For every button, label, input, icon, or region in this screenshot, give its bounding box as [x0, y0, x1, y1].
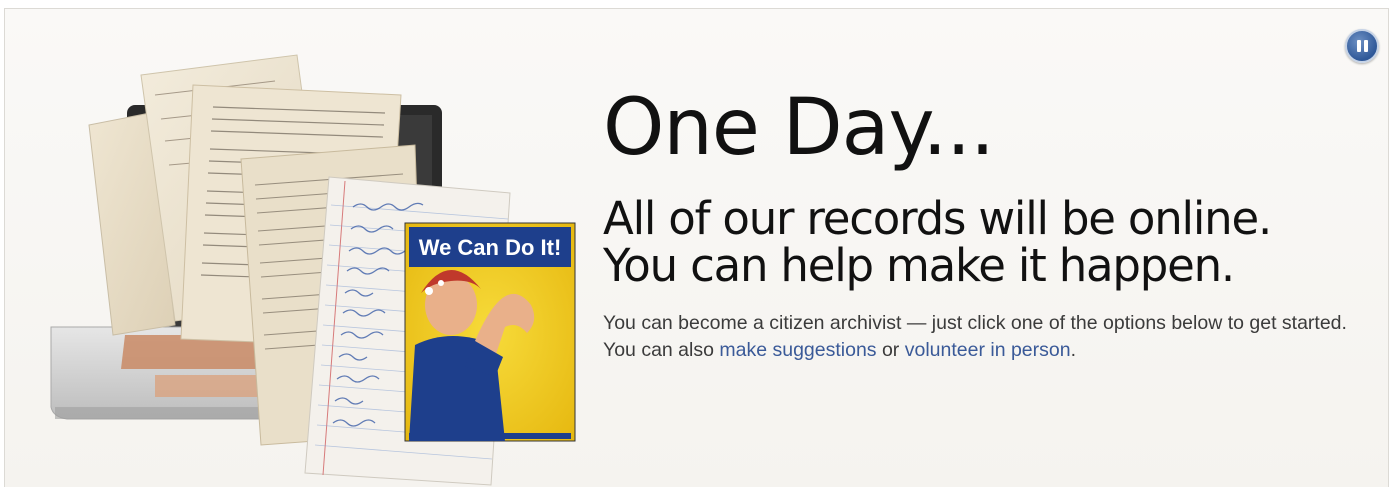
intro-text-or: or — [876, 338, 905, 361]
poster-title: We Can Do It! — [419, 235, 562, 260]
intro-text-end: . — [1070, 338, 1077, 361]
make-suggestions-link[interactable]: make suggestions — [719, 339, 876, 361]
records-illustration: We Can Do It! — [50, 54, 576, 486]
headline: One Day... — [603, 83, 995, 173]
subheadline-help: You can help make it happen. — [603, 239, 1235, 293]
pause-button[interactable] — [1345, 29, 1379, 63]
volunteer-in-person-link[interactable]: volunteer in person — [905, 339, 1071, 361]
intro-paragraph: You can become a citizen archivist — jus… — [603, 310, 1363, 365]
we-can-do-it-poster: We Can Do It! — [404, 222, 576, 442]
subheadline-records-online: All of our records will be online. — [603, 192, 1272, 245]
hero-text: One Day... All of our records will be on… — [603, 89, 1383, 364]
hero-banner: We Can Do It! One Day... All of our reco… — [4, 8, 1389, 487]
